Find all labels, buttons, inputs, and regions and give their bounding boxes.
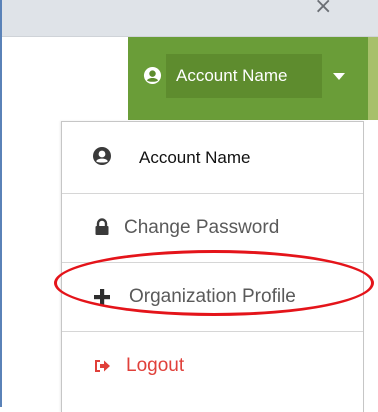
account-name-button[interactable]: Account Name (166, 54, 322, 98)
browser-toolbar: × (0, 0, 378, 37)
sign-out-icon (95, 360, 110, 372)
menu-item-label: Organization Profile (129, 286, 296, 307)
menu-item-label: Account Name (139, 147, 251, 167)
lock-icon (95, 218, 109, 235)
menu-item-logout[interactable]: Logout (62, 332, 363, 400)
menu-item-organization-profile[interactable]: Organization Profile (62, 263, 363, 332)
menu-item-account-name[interactable]: Account Name (62, 122, 363, 194)
user-circle-icon (93, 147, 111, 165)
account-dropdown-menu: Account Name Change Password Organizatio… (61, 121, 364, 412)
plus-icon (94, 289, 110, 305)
account-button-label: Account Name (176, 66, 288, 85)
account-bar: Account Name (128, 37, 368, 120)
close-icon[interactable]: × (314, 0, 332, 19)
top-navbar: Account Name (2, 37, 378, 120)
menu-item-label: Change Password (124, 217, 280, 238)
menu-item-change-password[interactable]: Change Password (62, 194, 363, 263)
navbar-edge (368, 37, 378, 120)
caret-down-icon[interactable] (333, 73, 345, 80)
user-circle-icon (143, 66, 162, 85)
menu-item-label: Logout (126, 355, 185, 376)
